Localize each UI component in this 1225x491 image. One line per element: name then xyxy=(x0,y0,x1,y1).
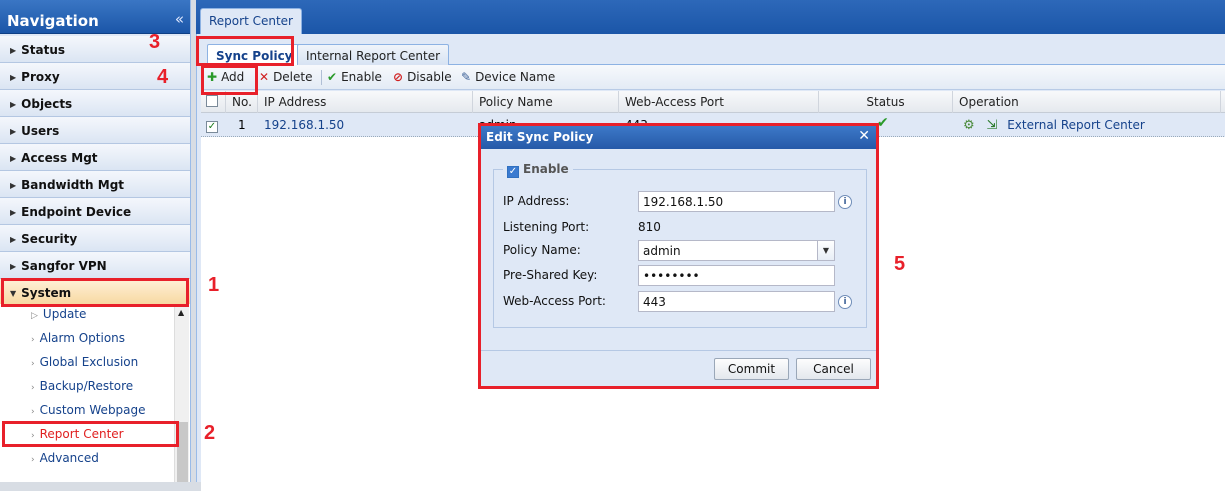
export-icon[interactable]: ⇲ xyxy=(986,118,997,133)
expand-arrow-icon: ▶ xyxy=(10,154,17,163)
nav-item-label: Status xyxy=(21,43,66,57)
nav-item-label: Proxy xyxy=(21,70,60,84)
sub-item-label: Backup/Restore xyxy=(39,379,134,393)
toolbar-divider xyxy=(321,70,322,85)
nav-item-label: Bandwidth Mgt xyxy=(21,178,125,192)
enable-label: Enable xyxy=(341,70,382,84)
chevron-right-icon: ▷ xyxy=(31,311,38,321)
delete-x-icon: ✕ xyxy=(259,70,270,84)
nav-item-label: Sangfor VPN xyxy=(21,259,107,273)
annotation-number: 2 xyxy=(204,422,216,444)
system-submenu: ▷ Update › Alarm Options › Global Exclusion… xyxy=(0,304,190,482)
delete-label: Delete xyxy=(273,70,313,84)
sub-item-advanced[interactable]: › Advanced xyxy=(31,451,99,465)
chevron-right-icon: › xyxy=(31,455,35,465)
row-ip-address[interactable]: 192.168.1.50 xyxy=(258,113,473,137)
chevron-right-icon: › xyxy=(31,407,35,417)
prohibited-icon: ⊘ xyxy=(393,70,404,84)
disable-label: Disable xyxy=(407,70,452,84)
checkbox-checked[interactable]: ✓ xyxy=(206,121,218,133)
subtab-bar: Sync Policy Internal Report Center xyxy=(201,39,1225,66)
sub-item-label: Custom Webpage xyxy=(39,403,146,417)
submenu-scrollbar[interactable]: ▲ xyxy=(174,304,189,482)
delete-button[interactable]: ✕ Delete xyxy=(259,70,313,84)
annotation-box-sync-policy xyxy=(196,36,294,66)
disable-button[interactable]: ⊘ Disable xyxy=(393,70,452,84)
nav-item-users[interactable]: ▶ Users xyxy=(0,117,190,144)
scroll-up-arrow-icon[interactable]: ▲ xyxy=(178,308,184,317)
toolbar: ✚ Add ✕ Delete ✔ Enable ⊘ Disable ✎ Device Na… xyxy=(201,65,1225,90)
annotation-number: 5 xyxy=(894,253,906,275)
navigation-header: Navigation « xyxy=(0,0,190,34)
row-no: 1 xyxy=(238,118,246,132)
sub-item-global-exclusion[interactable]: › Global Exclusion xyxy=(31,355,138,369)
annotation-number: 4 xyxy=(157,66,169,88)
device-name-button[interactable]: ✎ Device Name xyxy=(461,70,555,84)
sub-item-update[interactable]: ▷ Update xyxy=(31,307,86,321)
wrench-icon: ✎ xyxy=(461,70,472,84)
expand-arrow-icon: ▶ xyxy=(10,208,17,217)
tab-internal-report-center[interactable]: Internal Report Center xyxy=(297,44,450,65)
column-header-status[interactable]: Status xyxy=(819,91,953,113)
annotation-box-system xyxy=(1,278,189,307)
grid-header: No. IP Address Policy Name Web-Access Po… xyxy=(201,91,1225,113)
nav-item-sangfor-vpn[interactable]: ▶ Sangfor VPN xyxy=(0,252,190,279)
annotation-box-dialog xyxy=(478,123,879,389)
device-name-label: Device Name xyxy=(475,70,556,84)
annotation-number: 1 xyxy=(208,274,220,296)
collapse-icon[interactable]: « xyxy=(175,10,184,28)
users-config-icon[interactable]: ⚙ xyxy=(963,118,975,133)
chevron-right-icon: › xyxy=(31,335,35,345)
chevron-right-icon: › xyxy=(31,383,35,393)
column-header-operation[interactable]: Operation xyxy=(953,91,1221,113)
nav-item-label: Objects xyxy=(21,97,73,111)
row-checkbox[interactable]: ✓ xyxy=(201,113,226,137)
sub-item-label: Update xyxy=(42,307,87,321)
chevron-right-icon: › xyxy=(31,359,35,369)
navigation-title: Navigation xyxy=(7,12,99,30)
sub-item-backup-restore[interactable]: › Backup/Restore xyxy=(31,379,133,393)
column-header-ip-address[interactable]: IP Address xyxy=(258,91,473,113)
expand-arrow-icon: ▶ xyxy=(10,235,17,244)
check-icon: ✔ xyxy=(327,70,338,84)
row-operation: ⚙ ⇲ External Report Center xyxy=(957,113,1222,137)
nav-item-status[interactable]: ▶ Status xyxy=(0,36,190,63)
checkbox[interactable] xyxy=(206,95,218,107)
expand-arrow-icon: ▶ xyxy=(10,100,17,109)
expand-arrow-icon: ▶ xyxy=(10,181,17,190)
expand-arrow-icon: ▶ xyxy=(10,46,17,55)
sub-item-label: Advanced xyxy=(39,451,99,465)
annotation-number: 3 xyxy=(149,31,161,53)
nav-item-label: Endpoint Device xyxy=(21,205,132,219)
tab-report-center[interactable]: Report Center xyxy=(200,8,302,34)
sub-item-label: Global Exclusion xyxy=(39,355,139,369)
expand-arrow-icon: ▶ xyxy=(10,73,17,82)
sub-item-label: Alarm Options xyxy=(39,331,126,345)
nav-item-objects[interactable]: ▶ Objects xyxy=(0,90,190,117)
nav-item-security[interactable]: ▶ Security xyxy=(0,225,190,252)
enable-button[interactable]: ✔ Enable xyxy=(327,70,382,84)
sub-item-alarm-options[interactable]: › Alarm Options xyxy=(31,331,125,345)
sub-item-custom-webpage[interactable]: › Custom Webpage xyxy=(31,403,146,417)
expand-arrow-icon: ▶ xyxy=(10,262,17,271)
nav-item-bandwidth-mgt[interactable]: ▶ Bandwidth Mgt xyxy=(0,171,190,198)
nav-item-access-mgt[interactable]: ▶ Access Mgt xyxy=(0,144,190,171)
nav-item-label: Users xyxy=(21,124,60,138)
column-header-policy-name[interactable]: Policy Name xyxy=(473,91,619,113)
annotation-box-report-center xyxy=(2,421,179,447)
column-header-web-access-port[interactable]: Web-Access Port xyxy=(619,91,819,113)
nav-item-label: Security xyxy=(21,232,78,246)
main-tab-strip: Report Center xyxy=(196,0,1225,34)
expand-arrow-icon: ▶ xyxy=(10,127,17,136)
annotation-box-add xyxy=(201,65,258,95)
external-report-center-link[interactable]: External Report Center xyxy=(1007,118,1145,132)
nav-item-label: Access Mgt xyxy=(21,151,98,165)
nav-item-endpoint-device[interactable]: ▶ Endpoint Device xyxy=(0,198,190,225)
